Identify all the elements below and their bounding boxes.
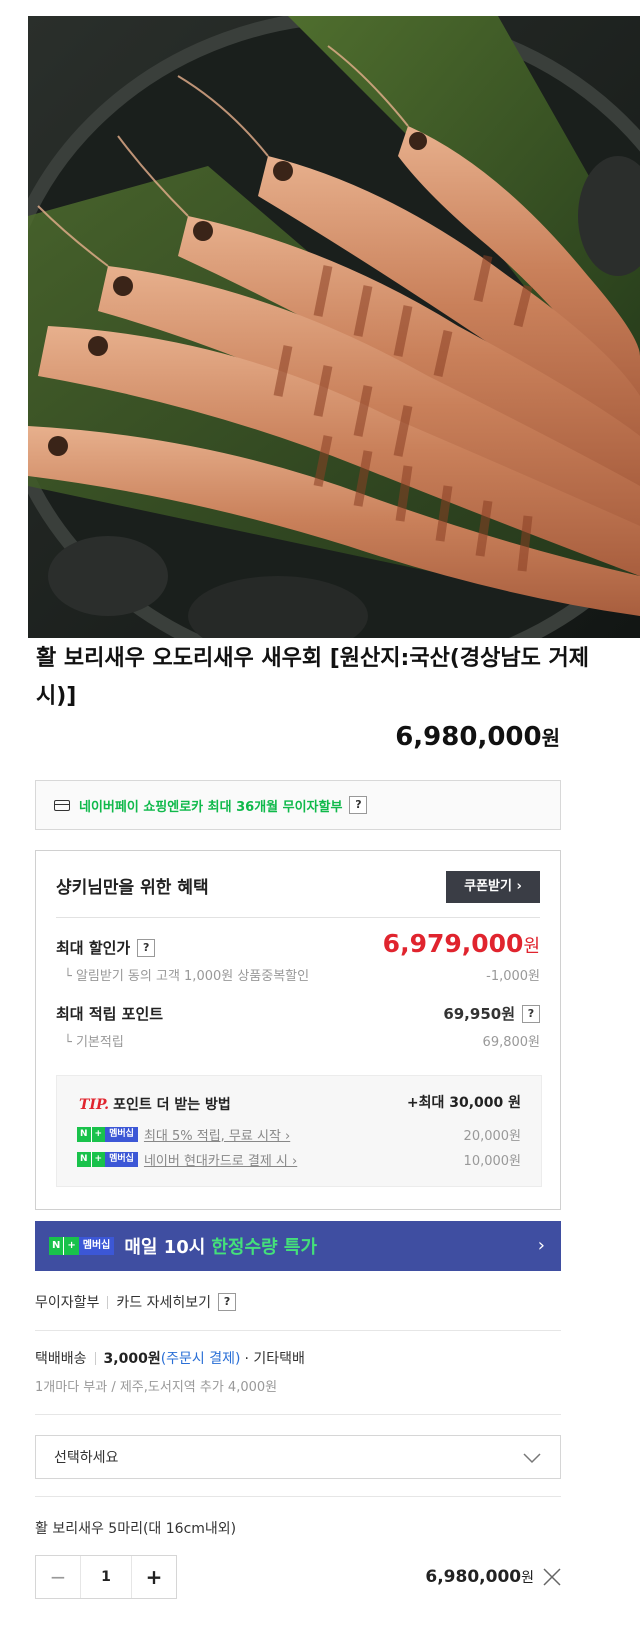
shipping-type: 택배배송 [35, 1351, 87, 1367]
divider [35, 1496, 561, 1497]
tip-word: TIP. [79, 1097, 110, 1113]
tip-max-points: +최대 30,000 원 [406, 1095, 521, 1111]
tip-row-membership-value: 20,000원 [463, 1128, 521, 1144]
divider [35, 1330, 561, 1331]
close-icon[interactable] [543, 1568, 561, 1586]
tip-row-membership[interactable]: N + 멤버십 최대 5% 적립, 무료 시작 › 20,000원 [77, 1124, 521, 1144]
benefit-title: 샹키님만을 위한 혜택 [56, 878, 209, 898]
tip-heading-text: 포인트 더 받는 방법 [113, 1097, 231, 1113]
benefit-divider [56, 917, 540, 918]
membership-badge-icon: N + 멤버십 [49, 1237, 115, 1255]
quantity-increase-button[interactable]: + [132, 1556, 176, 1598]
quantity-input[interactable]: 1 [80, 1556, 132, 1598]
npay-installment-text: 네이버페이 쇼핑엔로카 최대 36개월 무이자할부 [79, 799, 343, 815]
daily-deal-highlight: 한정수량 특가 [211, 1237, 318, 1258]
shipping-pay-note: (주문시 결제) [160, 1351, 241, 1367]
max-discount-label-text: 최대 할인가 [56, 939, 131, 957]
tip-row-hyundaicard-link[interactable]: 네이버 현대카드로 결제 시 › [144, 1150, 297, 1169]
installment-help-icon[interactable]: ? [218, 1293, 237, 1311]
benefit-box: 샹키님만을 위한 혜택 쿠폰받기 › 최대 할인가 ? 6,979,000원 └… [35, 850, 561, 1210]
npay-installment-banner[interactable]: 네이버페이 쇼핑엔로카 최대 36개월 무이자할부 ? [35, 780, 561, 830]
shipping-extra: · 기타택배 [244, 1351, 305, 1367]
max-discount-help-icon[interactable]: ? [137, 938, 156, 957]
tip-row-hyundaicard[interactable]: N + 멤버십 네이버 현대카드로 결제 시 › 10,000원 [77, 1149, 521, 1169]
shipping-note: 1개마다 부과 / 제주,도서지역 추가 4,000원 [35, 1380, 278, 1395]
membership-badge-icon: N + 멤버십 [77, 1126, 138, 1142]
option-select-placeholder: 선택하세요 [54, 1450, 119, 1466]
max-discount-price: 6,979,000원 [383, 929, 540, 958]
installment-label: 무이자할부 [35, 1295, 100, 1311]
shipping-row: 택배배송 3,000원 (주문시 결제) · 기타택배 [35, 1348, 305, 1368]
separator [94, 1351, 96, 1365]
selected-option-name: 활 보리새우 5마리(대 16cm내외) [35, 1521, 237, 1537]
chevron-down-icon [523, 1453, 541, 1464]
basic-points-value: 69,800원 [482, 1035, 540, 1050]
basic-points-label: └ 기본적립 [64, 1035, 124, 1050]
product-price-value: 6,980,000 [395, 722, 542, 752]
quantity-decrease-button[interactable]: − [36, 1556, 80, 1598]
max-discount-price-unit: 원 [523, 936, 540, 957]
tip-row-membership-link[interactable]: 최대 5% 적립, 무료 시작 › [144, 1125, 290, 1144]
divider [35, 1414, 561, 1415]
card-icon [54, 799, 70, 811]
alert-discount-value: -1,000원 [486, 969, 540, 984]
selected-option-total: 6,980,000원 [425, 1567, 534, 1587]
chevron-right-icon: › [537, 1235, 545, 1256]
product-title: 활 보리새우 오도리새우 새우회 [원산지:국산(경상남도 거제시)] [36, 646, 589, 709]
tip-row-hyundaicard-value: 10,000원 [463, 1153, 521, 1169]
membership-badge-icon: N + 멤버십 [77, 1151, 138, 1167]
quantity-stepper: − 1 + [35, 1555, 177, 1599]
coupon-button[interactable]: 쿠폰받기 › [446, 871, 540, 903]
daily-deal-text: 매일 10시 [124, 1237, 206, 1258]
max-points-help-icon[interactable]: ? [522, 1004, 540, 1023]
alert-discount-label: └ 알림받기 동의 고객 1,000원 상품중복할인 [64, 969, 310, 984]
installment-row: 무이자할부 카드 자세히보기 ? [35, 1292, 237, 1312]
option-select[interactable]: 선택하세요 [35, 1435, 561, 1479]
tip-heading: TIP. 포인트 더 받는 방법 [79, 1094, 231, 1114]
separator [107, 1295, 109, 1309]
tip-box: TIP. 포인트 더 받는 방법 +최대 30,000 원 N + 멤버십 최대 5%… [56, 1075, 542, 1187]
max-discount-price-value: 6,979,000 [382, 929, 524, 958]
npay-help-icon[interactable]: ? [349, 796, 368, 814]
card-details-link[interactable]: 카드 자세히보기 [116, 1292, 211, 1312]
selected-option-total-value: 6,980,000 [425, 1567, 522, 1587]
max-points-label: 최대 적립 포인트 [56, 1005, 164, 1023]
selected-option-total-unit: 원 [521, 1570, 534, 1586]
max-points-value: 69,950원 ? [443, 1003, 540, 1024]
max-discount-label: 최대 할인가 ? [56, 937, 156, 958]
daily-deal-banner[interactable]: N + 멤버십 매일 10시 한정수량 특가 › [35, 1221, 561, 1271]
product-image [28, 16, 640, 638]
max-points-value-text: 69,950원 [443, 1005, 515, 1023]
shipping-fee: 3,000원 [103, 1351, 161, 1367]
product-price-unit: 원 [541, 726, 560, 750]
product-price: 6,980,000원 [395, 722, 560, 752]
